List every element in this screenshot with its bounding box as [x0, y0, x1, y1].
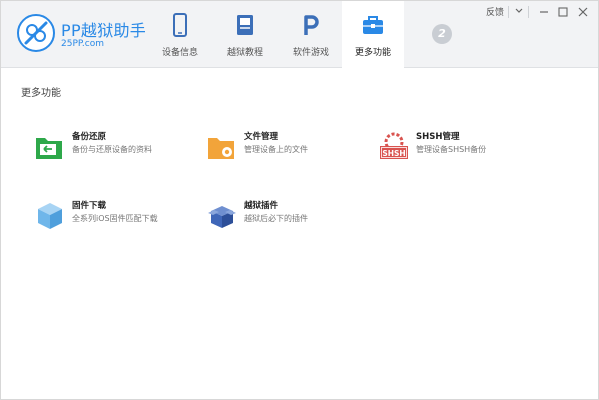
feature-title: 固件下载 — [72, 201, 107, 211]
divider — [508, 6, 509, 18]
feature-description: 管理设备上的文件 — [244, 145, 308, 154]
plugin-boxes-icon — [208, 206, 236, 228]
feature-file-manager[interactable]: 文件管理 管理设备上的文件 — [207, 128, 367, 168]
divider — [528, 6, 529, 18]
tab-label: 越狱教程 — [226, 48, 263, 58]
feature-jailbreak-plugins[interactable]: 越狱插件 越狱后必下的插件 — [207, 197, 367, 237]
tab-label: 设备信息 — [161, 48, 198, 58]
feature-description: 管理设备SHSH备份 — [416, 145, 487, 154]
dropdown-chevron-icon[interactable] — [515, 8, 523, 14]
pp-app-icon — [304, 15, 319, 35]
feature-title: SHSH管理 — [416, 132, 460, 142]
feature-firmware-download[interactable]: 固件下载 全系列iOS固件匹配下载 — [35, 197, 195, 237]
minimize-icon[interactable] — [539, 7, 549, 17]
toolbox-icon — [363, 16, 383, 34]
phone-icon — [173, 13, 187, 37]
folder-settings-icon — [208, 138, 234, 159]
firmware-cube-icon — [38, 203, 62, 229]
shsh-badge-text: SHSH — [382, 149, 405, 158]
maximize-icon[interactable] — [558, 7, 568, 17]
book-icon — [237, 15, 253, 35]
tab-label: 软件游戏 — [292, 48, 329, 58]
device-count-text: 2 — [438, 27, 446, 40]
feedback-link[interactable]: 反馈 — [486, 5, 504, 19]
feature-title: 备份还原 — [72, 132, 107, 142]
folder-restore-icon — [36, 138, 62, 159]
feature-description: 全系列iOS固件匹配下载 — [72, 214, 158, 223]
tab-label: 更多功能 — [354, 48, 391, 58]
feature-shsh-manager[interactable]: SHSH SHSH管理 管理设备SHSH备份 — [379, 128, 539, 168]
feature-description: 越狱后必下的插件 — [244, 214, 308, 223]
close-icon[interactable] — [578, 7, 588, 17]
feature-title: 越狱插件 — [244, 201, 279, 211]
feature-description: 备份与还原设备的资料 — [72, 145, 152, 154]
app-title: PP越狱助手 — [61, 21, 147, 40]
header-bar: PP越狱助手 25PP.com 设备信息 越狱教程 软件游戏 更多功能 2 反馈 — [1, 1, 598, 68]
tab-jailbreak-tutorial[interactable]: 越狱教程 — [214, 1, 276, 67]
tab-more-features[interactable]: 更多功能 — [342, 1, 404, 68]
tab-device-info[interactable]: 设备信息 — [149, 1, 211, 67]
section-title: 更多功能 — [21, 88, 61, 99]
tab-software-games[interactable]: 软件游戏 — [280, 1, 342, 67]
pp-logo-icon — [17, 14, 55, 52]
app-window: PP越狱助手 25PP.com 设备信息 越狱教程 软件游戏 更多功能 2 反馈… — [0, 0, 599, 400]
feature-backup-restore[interactable]: 备份还原 备份与还原设备的资料 — [35, 128, 195, 168]
app-logo: PP越狱助手 25PP.com — [17, 10, 146, 58]
feature-title: 文件管理 — [244, 132, 279, 142]
shsh-gear-icon: SHSH — [380, 132, 408, 159]
app-subtitle: 25PP.com — [61, 39, 104, 49]
device-count-icon[interactable]: 2 — [432, 24, 452, 44]
